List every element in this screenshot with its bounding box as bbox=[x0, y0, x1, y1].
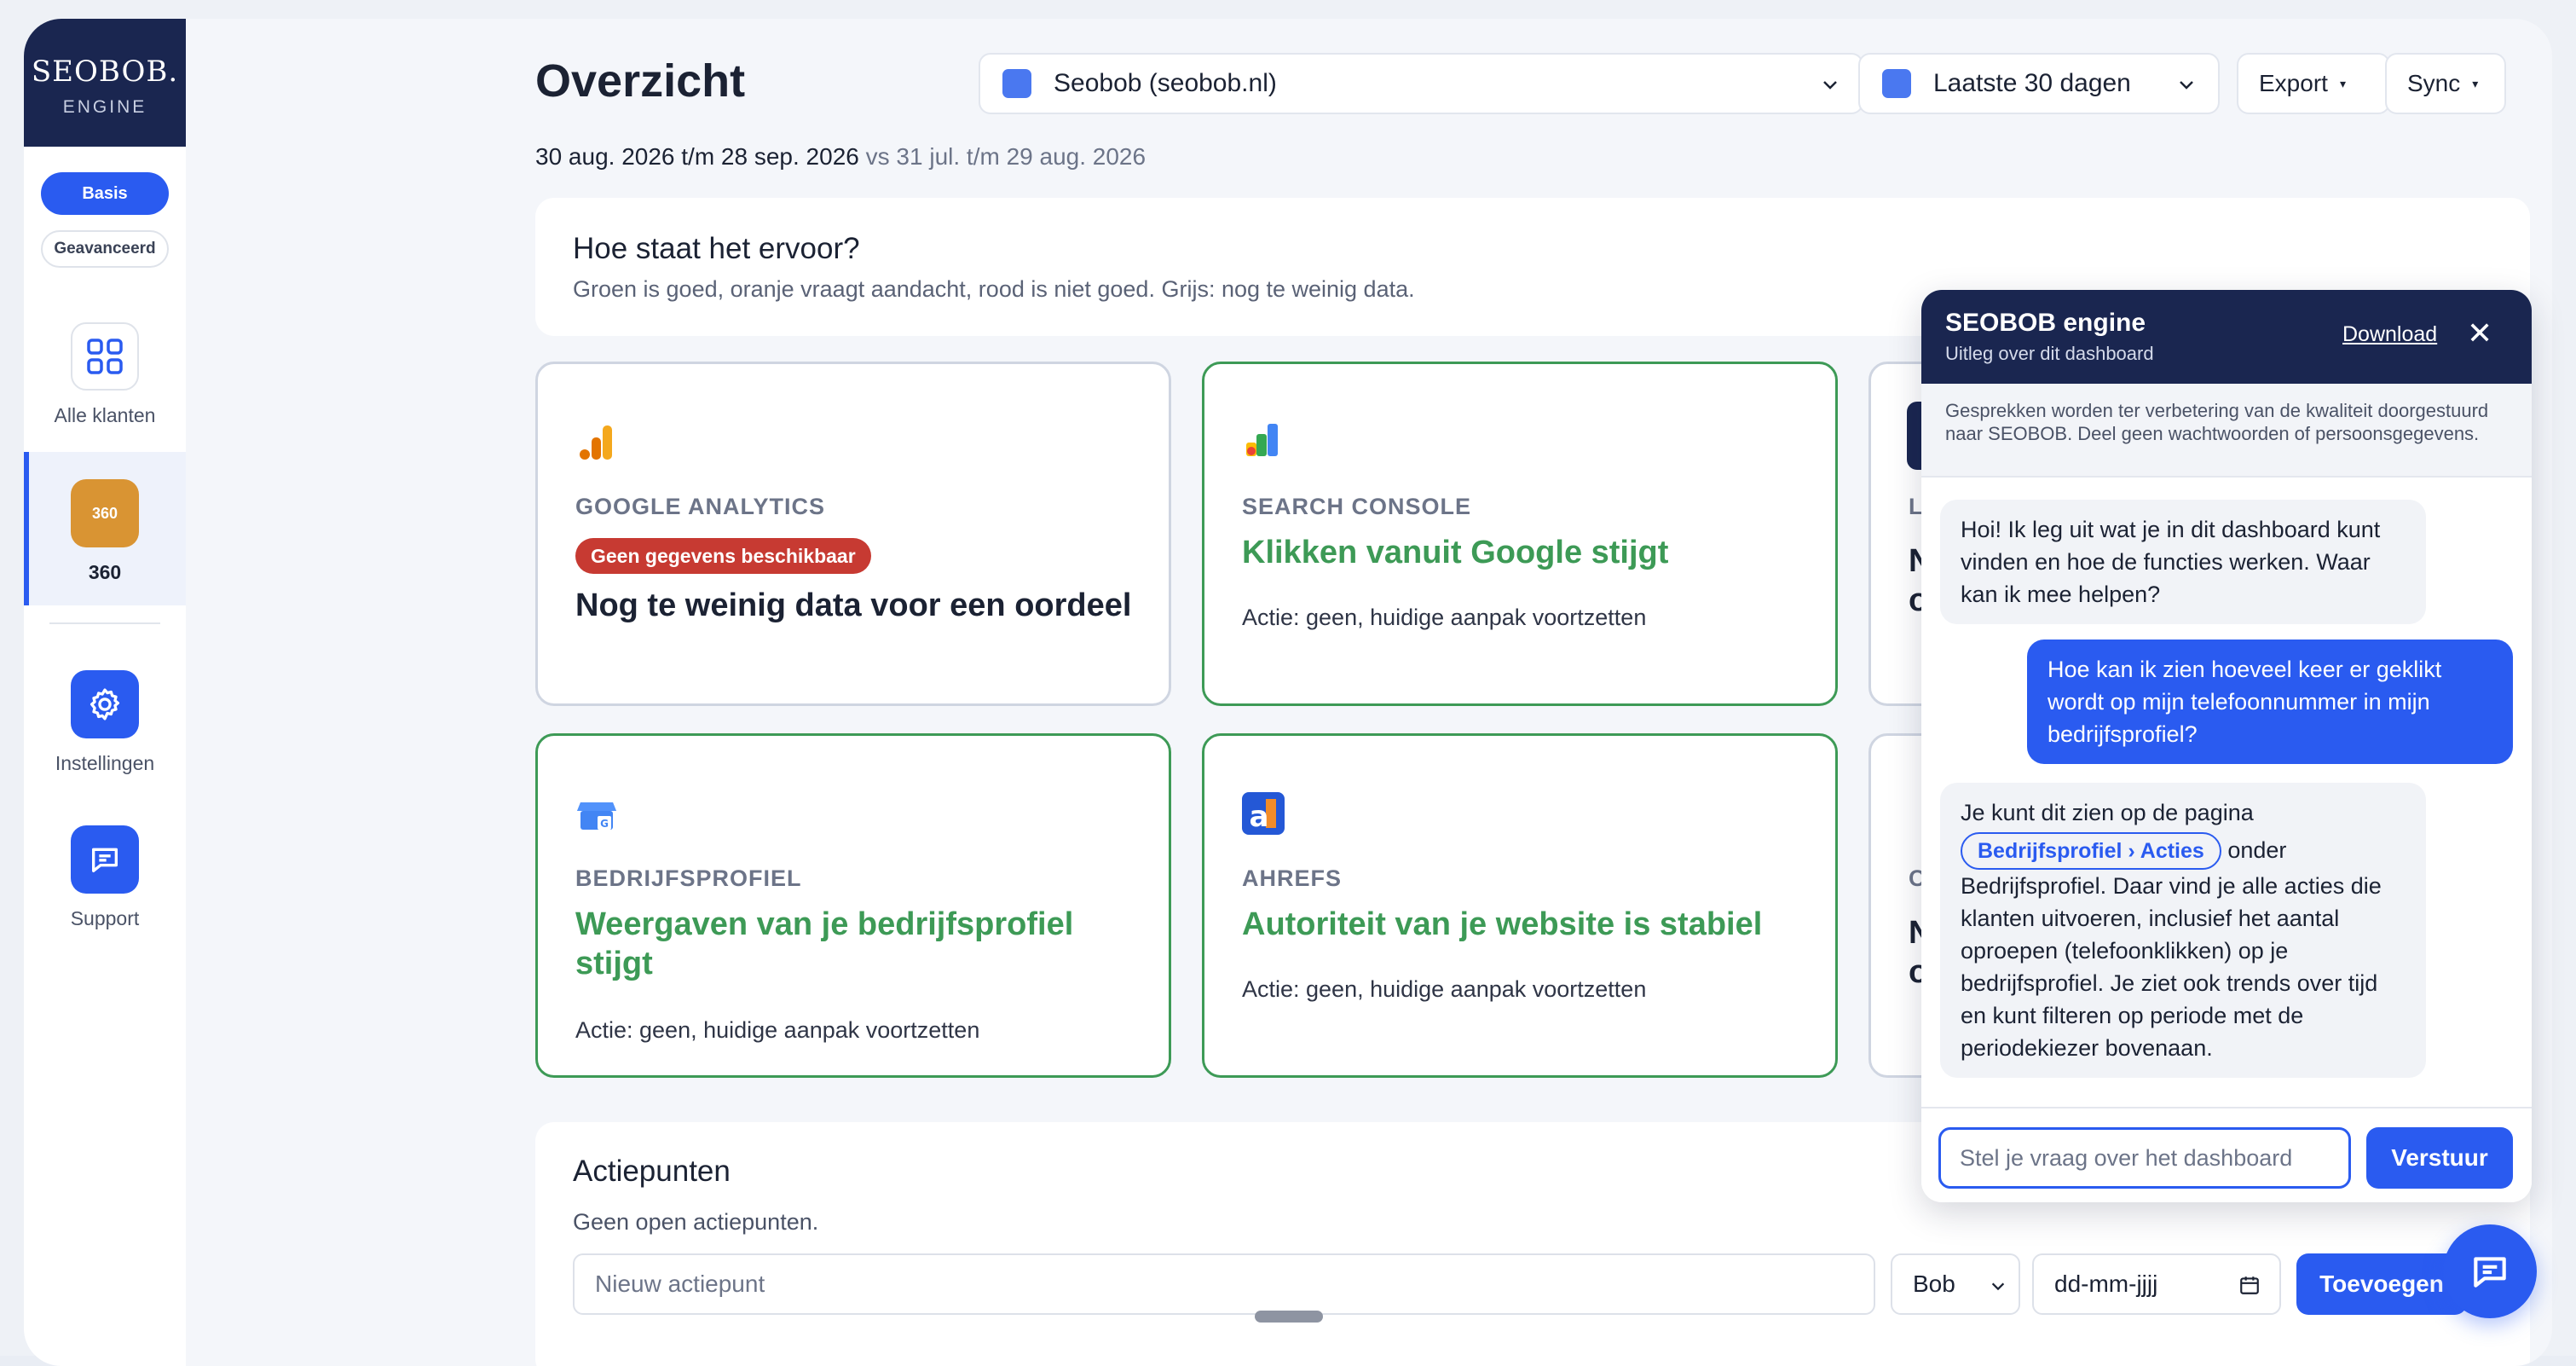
chat-message-bot: Hoi! Ik leg uit wat je in dit dashboard … bbox=[1940, 500, 2426, 624]
card-label: AHREFS bbox=[1242, 865, 1343, 891]
google-analytics-icon bbox=[580, 425, 612, 460]
sidebar-item-label: Support bbox=[70, 907, 140, 929]
sidebar: SEOBOB. ENGINE Basis Geavanceerd Alle kl… bbox=[24, 19, 186, 1366]
card-action: Actie: geen, huidige aanpak voortzetten bbox=[1242, 976, 1647, 1002]
chat-title: SEOBOB engine bbox=[1945, 309, 2146, 337]
card-label: GOOGLE ANALYTICS bbox=[575, 494, 826, 519]
card-label: BEDRIJFSPROFIEL bbox=[575, 865, 802, 891]
chevron-down-icon bbox=[2180, 81, 2193, 90]
sidebar-item-label: Instellingen bbox=[55, 752, 155, 774]
chat-footer: Stel je vraag over het dashboard Verstuu… bbox=[1921, 1107, 2532, 1202]
chevron-down-icon bbox=[1991, 1282, 2005, 1291]
sidebar-item-label: Alle klanten bbox=[54, 404, 156, 426]
status-badge: Geen gegevens beschikbaar bbox=[575, 538, 871, 574]
card-action: Actie: geen, huidige aanpak voortzetten bbox=[575, 1017, 980, 1043]
card-action: Actie: geen, huidige aanpak voortzetten bbox=[1242, 605, 1647, 630]
ahrefs-icon: a bbox=[1242, 792, 1285, 835]
card-headline: Weergaven van je bedrijfsprofiel stijgt bbox=[575, 906, 1074, 981]
page-title: Overzicht bbox=[535, 55, 746, 107]
status-summary-title: Hoe staat het ervoor? bbox=[573, 232, 860, 265]
period-color-swatch bbox=[1882, 69, 1911, 98]
assignee-value: Bob bbox=[1913, 1270, 1955, 1297]
business-profile-icon: G bbox=[577, 802, 616, 830]
card-ahrefs[interactable]: a AHREFS Autoriteit van je website is st… bbox=[1202, 733, 1838, 1078]
chat-header: SEOBOB engine Uitleg over dit dashboard … bbox=[1921, 290, 2532, 384]
logo-title: SEOBOB. bbox=[31, 55, 179, 89]
sidebar-item-instellingen[interactable]: Instellingen bbox=[24, 670, 186, 775]
caret-down-icon: ▾ bbox=[2339, 76, 2346, 90]
chat-panel: SEOBOB engine Uitleg over dit dashboard … bbox=[1921, 290, 2532, 1202]
chat-icon bbox=[71, 825, 139, 894]
mode-advanced-button[interactable]: Geavanceerd bbox=[41, 230, 169, 268]
chat-send-button[interactable]: Verstuur bbox=[2366, 1127, 2513, 1189]
add-action-button[interactable]: Toevoegen bbox=[2296, 1253, 2467, 1315]
caret-down-icon: ▾ bbox=[2472, 76, 2479, 90]
chat-subtitle: Uitleg over dit dashboard bbox=[1945, 343, 2154, 364]
chat-page-link[interactable]: Bedrijfsprofiel › Acties bbox=[1961, 832, 2221, 870]
period-select-value: Laatste 30 dagen bbox=[1933, 69, 2131, 97]
card-headline: Klikken vanuit Google stijgt bbox=[1242, 535, 1669, 570]
logo-subtitle: ENGINE bbox=[62, 97, 147, 117]
chat-toggle-button[interactable] bbox=[2443, 1224, 2537, 1318]
sidebar-divider bbox=[49, 622, 160, 624]
assignee-select[interactable]: Bob bbox=[1891, 1253, 2020, 1315]
logo[interactable]: SEOBOB. ENGINE bbox=[24, 19, 186, 147]
chat-privacy-notice: Gesprekken worden ter verbetering van de… bbox=[1921, 384, 2532, 478]
chat-icon bbox=[2474, 1257, 2506, 1288]
gear-icon bbox=[71, 670, 139, 738]
sync-button[interactable]: Sync ▾ bbox=[2385, 53, 2506, 114]
sidebar-item-support[interactable]: Support bbox=[24, 825, 186, 930]
export-label: Export bbox=[2259, 70, 2328, 96]
site-color-swatch bbox=[1002, 69, 1031, 98]
sidebar-item-360[interactable]: 360 360 bbox=[24, 479, 186, 584]
svg-text:a: a bbox=[1250, 800, 1269, 834]
card-label: SEARCH CONSOLE bbox=[1242, 494, 1472, 519]
sidebar-item-label: 360 bbox=[88, 561, 122, 583]
chat-download-link[interactable]: Download bbox=[2342, 322, 2437, 347]
card-headline: Autoriteit van je website is stabiel bbox=[1242, 906, 1763, 942]
grid-icon bbox=[71, 322, 139, 391]
action-items-title: Actiepunten bbox=[573, 1155, 731, 1188]
chat-message-text: onder bbox=[2227, 837, 2287, 863]
card-headline: Nog te weinig data voor een oordeel bbox=[575, 587, 1132, 623]
new-action-input[interactable]: Nieuw actiepunt bbox=[573, 1253, 1875, 1315]
calendar-icon bbox=[2240, 1276, 2259, 1294]
sync-label: Sync bbox=[2407, 70, 2461, 96]
card-google-analytics[interactable]: GOOGLE ANALYTICS Geen gegevens beschikba… bbox=[535, 362, 1171, 706]
action-items-empty: Geen open actiepunten. bbox=[573, 1209, 819, 1235]
close-icon[interactable]: ✕ bbox=[2467, 315, 2492, 351]
card-bedrijfsprofiel[interactable]: G BEDRIJFSPROFIEL Weergaven van je bedri… bbox=[535, 733, 1171, 1078]
chat-message-text: Je kunt dit zien op de pagina bbox=[1961, 800, 2254, 825]
svg-text:G: G bbox=[600, 818, 609, 830]
scroll-handle[interactable] bbox=[1255, 1311, 1323, 1323]
mode-basic-button[interactable]: Basis bbox=[41, 172, 169, 215]
date-range-current: 30 aug. 2026 t/m 28 sep. 2026 bbox=[535, 143, 859, 170]
chat-input[interactable]: Stel je vraag over het dashboard bbox=[1938, 1127, 2351, 1189]
chat-message-user: Hoe kan ik zien hoeveel keer er geklikt … bbox=[2027, 640, 2513, 764]
app-frame: SEOBOB. ENGINE Basis Geavanceerd Alle kl… bbox=[0, 0, 2576, 1366]
chat-message-bot: Je kunt dit zien op de pagina Bedrijfspr… bbox=[1940, 783, 2426, 1078]
search-console-icon bbox=[1246, 424, 1278, 456]
card-search-console[interactable]: SEARCH CONSOLE Klikken vanuit Google sti… bbox=[1202, 362, 1838, 706]
export-button[interactable]: Export ▾ bbox=[2237, 53, 2390, 114]
period-select[interactable]: Laatste 30 dagen bbox=[1858, 53, 2220, 114]
chat-message-text: Bedrijfsprofiel. Daar vind je alle actie… bbox=[1961, 873, 2382, 1061]
chevron-down-icon bbox=[1823, 81, 1837, 90]
360-icon: 360 bbox=[71, 479, 139, 547]
site-select[interactable]: Seobob (seobob.nl) bbox=[979, 53, 1863, 114]
sidebar-item-alle-klanten[interactable]: Alle klanten bbox=[24, 322, 186, 427]
site-select-value: Seobob (seobob.nl) bbox=[1054, 69, 1277, 97]
date-range-compare: vs 31 jul. t/m 29 aug. 2026 bbox=[865, 143, 1146, 170]
date-range: 30 aug. 2026 t/m 28 sep. 2026 vs 31 jul.… bbox=[535, 143, 1146, 171]
due-date-input[interactable]: dd-mm-jjjj bbox=[2032, 1253, 2281, 1315]
due-date-placeholder: dd-mm-jjjj bbox=[2054, 1270, 2158, 1297]
status-summary-legend: Groen is goed, oranje vraagt aandacht, r… bbox=[573, 276, 1415, 302]
